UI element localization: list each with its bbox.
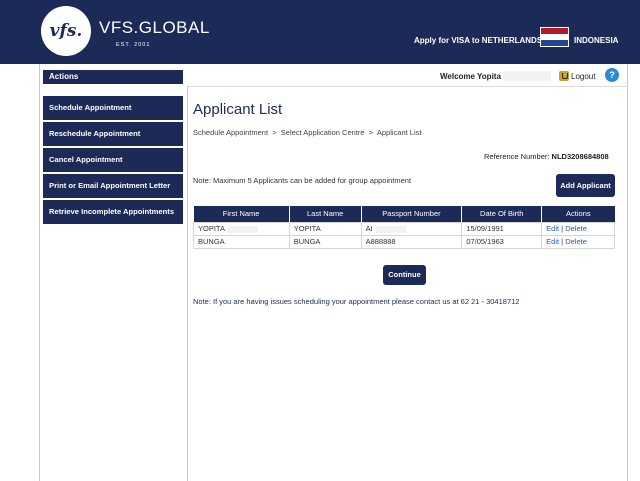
cell-dob: 07/05/1963 (461, 234, 543, 249)
delete-link[interactable]: Delete (565, 237, 587, 246)
vfs-logo[interactable]: vfs. (41, 6, 91, 56)
country-label: INDONESIA (574, 36, 619, 45)
cell-dob: 15/09/1991 (461, 221, 543, 236)
sidebar-item-retrieve-incomplete[interactable]: Retrieve Incomplete Appointments (43, 200, 183, 224)
reference-label: Reference Number: (484, 152, 550, 161)
sidebar-item-reschedule-appointment[interactable]: Reschedule Appointment (43, 122, 183, 146)
passport-value: AI (365, 224, 373, 233)
redacted-block (375, 225, 406, 233)
col-first-name: First Name (193, 206, 290, 222)
edit-link[interactable]: Edit (546, 224, 559, 233)
breadcrumb: Schedule Appointment > Select Applicatio… (193, 128, 422, 137)
redacted-name (503, 71, 551, 81)
cell-last-name: BUNGA (288, 234, 362, 249)
cell-actions: Edit | Delete (541, 221, 615, 236)
frame-border-left (39, 64, 40, 481)
table-row: YOPITA YOPITA AI 15/09/1991 Edit | Delet… (193, 221, 615, 236)
apply-visa-text: Apply for VISA to NETHERLANDS (414, 36, 543, 45)
contact-note: Note: If you are having issues schedulin… (193, 297, 520, 306)
col-passport: Passport Number (361, 206, 463, 222)
brand-name: VFS.GLOBAL (99, 18, 210, 37)
page-title: Applicant List (193, 101, 283, 118)
col-dob: Date Of Birth (461, 206, 543, 222)
cell-actions: Edit | Delete (541, 234, 615, 249)
cell-passport: AI (360, 221, 463, 236)
cell-first-name: BUNGA (193, 234, 290, 249)
redacted-block (227, 225, 258, 233)
cell-first-name: YOPITA (193, 221, 290, 236)
reference-number: Reference Number: NLD3208684808 (484, 152, 609, 161)
reference-value: NLD3208684808 (551, 152, 609, 161)
help-icon[interactable]: ? (605, 68, 619, 82)
first-name-value: YOPITA (198, 224, 225, 233)
delete-link[interactable]: Delete (565, 224, 587, 233)
add-applicant-button[interactable]: Add Applicant (556, 174, 615, 197)
welcome-text: Welcome Yopita (440, 72, 501, 81)
sidebar-item-schedule-appointment[interactable]: Schedule Appointment (43, 96, 183, 120)
logo-text: vfs. (49, 21, 83, 41)
continue-button[interactable]: Continue (383, 265, 426, 285)
table-header-row: First Name Last Name Passport Number Dat… (193, 206, 615, 222)
frame-border-right (627, 64, 628, 481)
sidebar-item-print-email-letter[interactable]: Print or Email Appointment Letter (43, 174, 183, 198)
cell-passport: A888888 (360, 234, 463, 249)
col-actions: Actions (541, 206, 615, 222)
sidebar-title: Actions (43, 70, 183, 84)
brand-established: EST. 2001 (116, 42, 151, 48)
max-applicants-note: Note: Maximum 5 Applicants can be added … (193, 176, 412, 185)
header-bar: vfs. VFS.GLOBAL EST. 2001 Apply for VISA… (0, 0, 640, 64)
edit-link[interactable]: Edit (546, 237, 559, 246)
content-top-divider (188, 86, 627, 87)
logout-icon[interactable] (559, 71, 569, 81)
sidebar-divider (187, 86, 188, 481)
logout-link[interactable]: Logout (571, 72, 595, 81)
sidebar-item-cancel-appointment[interactable]: Cancel Appointment (43, 148, 183, 172)
netherlands-flag-icon (540, 27, 569, 47)
table-row: BUNGA BUNGA A888888 07/05/1963 Edit | De… (193, 234, 615, 249)
applicant-table: First Name Last Name Passport Number Dat… (193, 206, 615, 249)
cell-last-name: YOPITA (288, 221, 362, 236)
col-last-name: Last Name (289, 206, 362, 222)
